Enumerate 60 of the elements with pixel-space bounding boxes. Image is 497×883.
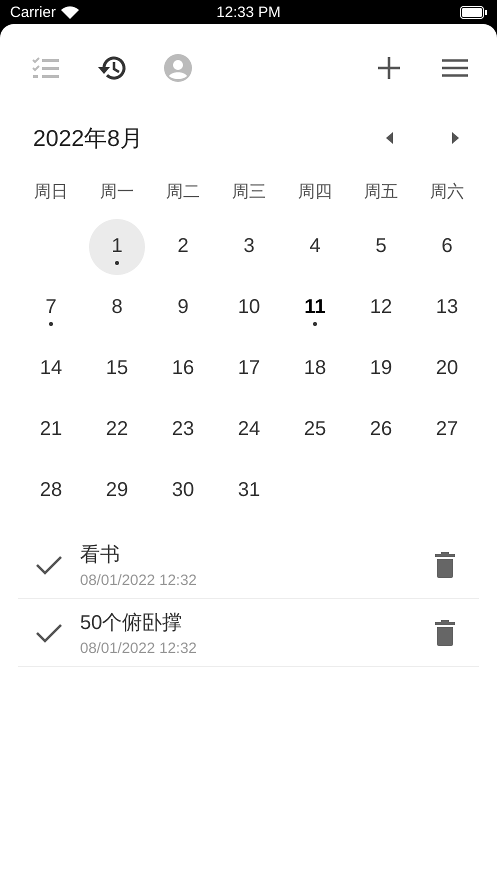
trash-icon (435, 620, 455, 646)
weekday-label: 周四 (297, 180, 333, 202)
wifi-icon (60, 6, 79, 18)
weekday-label: 周一 (99, 180, 135, 202)
calendar-day[interactable]: 5 (353, 218, 409, 274)
calendar-day[interactable]: 7 (23, 280, 79, 336)
calendar-day[interactable]: 18 (287, 340, 343, 396)
plus-icon (378, 57, 400, 79)
calendar-day[interactable]: 3 (221, 218, 277, 274)
calendar-day[interactable]: 12 (353, 280, 409, 336)
calendar-day[interactable]: 26 (353, 402, 409, 458)
weekday-label: 周五 (363, 180, 399, 202)
trash-icon (435, 552, 455, 578)
calendar-day[interactable]: 25 (287, 402, 343, 458)
calendar-day[interactable]: 11 (287, 280, 343, 336)
calendar-day[interactable]: 22 (89, 402, 145, 458)
carrier-label: Carrier (10, 4, 56, 20)
calendar-day[interactable]: 8 (89, 280, 145, 336)
history-icon (97, 54, 127, 82)
calendar-day[interactable]: 19 (353, 340, 409, 396)
calendar-day[interactable]: 14 (23, 340, 79, 396)
calendar-day[interactable]: 24 (221, 402, 277, 458)
weekday-label: 周二 (165, 180, 201, 202)
delete-button[interactable] (433, 618, 457, 646)
calendar-day[interactable]: 21 (23, 402, 79, 458)
weekday-label: 周六 (429, 180, 465, 202)
task-title: 50个俯卧撑 (80, 610, 184, 636)
task-title: 看书 (80, 542, 121, 568)
calendar-day[interactable]: 6 (419, 218, 475, 274)
calendar-day[interactable]: 28 (23, 462, 79, 518)
calendar-day[interactable]: 13 (419, 280, 475, 336)
battery-icon (460, 6, 487, 18)
menu-icon (442, 59, 468, 77)
right-triangle-icon (452, 132, 458, 144)
checkmark-icon[interactable] (36, 554, 62, 574)
calendar-day[interactable]: 16 (155, 340, 211, 396)
task-time: 08/01/2022 12:32 (80, 572, 198, 588)
task-time: 08/01/2022 12:32 (80, 640, 198, 656)
calendar-day[interactable]: 10 (221, 280, 277, 336)
calendar-day[interactable]: 2 (155, 218, 211, 274)
calendar-day[interactable]: 1 (89, 218, 145, 274)
checkmark-icon[interactable] (36, 622, 62, 642)
checklist-icon (31, 55, 61, 81)
weekday-label: 周日 (33, 180, 69, 202)
calendar-day[interactable]: 27 (419, 402, 475, 458)
calendar-day[interactable]: 29 (89, 462, 145, 518)
calendar-day[interactable]: 30 (155, 462, 211, 518)
delete-button[interactable] (433, 550, 457, 578)
left-triangle-icon (386, 132, 392, 144)
month-title: 2022年8月 (33, 124, 144, 152)
calendar-day[interactable]: 17 (221, 340, 277, 396)
calendar-day[interactable]: 23 (155, 402, 211, 458)
weekday-label: 周三 (231, 180, 267, 202)
profile-icon (164, 54, 192, 82)
calendar-day[interactable]: 9 (155, 280, 211, 336)
calendar-day[interactable]: 4 (287, 218, 343, 274)
clock-time: 12:33 PM (216, 4, 281, 20)
calendar-day[interactable]: 15 (89, 340, 145, 396)
calendar-day[interactable]: 20 (419, 340, 475, 396)
calendar-day[interactable]: 31 (221, 462, 277, 518)
